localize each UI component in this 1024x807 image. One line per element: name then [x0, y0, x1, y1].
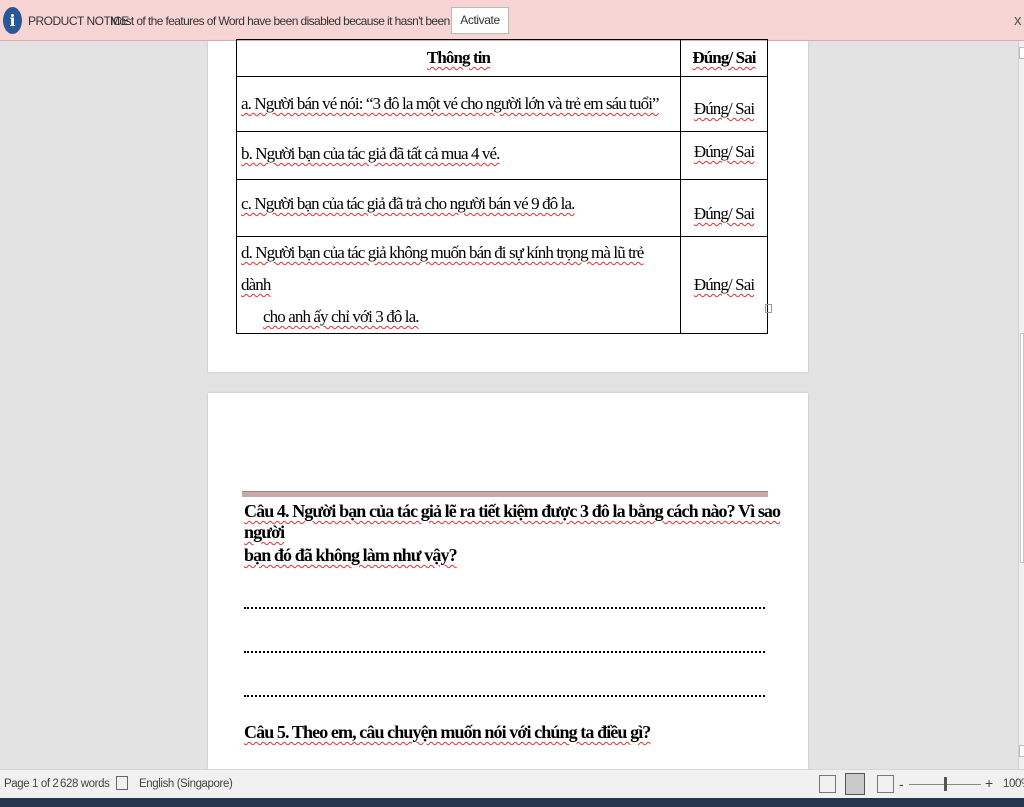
answer-line	[244, 605, 765, 609]
table-row: d. Người bạn của tác giả không muốn bán …	[236, 236, 768, 334]
row-b-question[interactable]: b. Người bạn của tác giả đã tất cả mua 4…	[236, 131, 681, 180]
vertical-scrollbar[interactable]	[1018, 41, 1024, 769]
row-c-answer[interactable]: Đúng/ Sai	[680, 179, 768, 237]
print-layout-icon[interactable]	[845, 773, 865, 795]
document-page-1: Thông tin Đúng/ Sai a. Người bán vé nói:…	[208, 39, 808, 372]
header-dung-sai: Đúng/ Sai	[680, 39, 768, 77]
answer-line	[244, 649, 765, 653]
scroll-up-arrow-icon[interactable]	[1019, 47, 1024, 59]
table-row: b. Người bạn của tác giả đã tất cả mua 4…	[236, 131, 768, 180]
close-notice-button[interactable]: x	[1014, 12, 1022, 29]
row-c-question[interactable]: c. Người bạn của tác giả đã trả cho ngườ…	[236, 179, 681, 237]
header-thong-tin: Thông tin	[236, 39, 681, 77]
scroll-thumb[interactable]	[1020, 333, 1024, 563]
product-notice-bar: i PRODUCT NOTICE Most of the features of…	[0, 0, 1024, 41]
row-a-answer[interactable]: Đúng/ Sai	[680, 76, 768, 132]
zoom-slider-knob[interactable]	[944, 777, 947, 791]
question-4-line2: bạn đó đã không làm như vậy?	[244, 545, 458, 565]
notice-message: Most of the features of Word have been d…	[110, 14, 498, 28]
row-d-answer[interactable]: Đúng/ Sai	[680, 236, 768, 334]
row-d-question[interactable]: d. Người bạn của tác giả không muốn bán …	[236, 236, 681, 334]
document-page-2: Câu 4. Người bạn của tác giả lẽ ra tiết …	[208, 393, 808, 769]
page-count[interactable]: Page 1 of 2	[4, 778, 59, 790]
scroll-down-arrow-icon[interactable]	[1019, 745, 1024, 757]
activate-button[interactable]: Activate	[451, 7, 509, 34]
info-icon: i	[3, 7, 22, 34]
question-5: Câu 5. Theo em, câu chuyện muốn nói với …	[244, 722, 651, 742]
row-a-question[interactable]: a. Người bán vé nói: “3 đô la một vé cho…	[236, 76, 681, 132]
language-indicator[interactable]: English (Singapore)	[139, 778, 233, 790]
table-row: a. Người bán vé nói: “3 đô la một vé cho…	[236, 76, 768, 132]
answer-line	[244, 693, 765, 697]
horizontal-rule	[242, 491, 768, 497]
table-resize-handle[interactable]	[765, 304, 772, 313]
taskbar	[0, 798, 1024, 807]
true-false-table: Thông tin Đúng/ Sai a. Người bán vé nói:…	[236, 39, 768, 334]
question-4-line1: Câu 4. Người bạn của tác giả lẽ ra tiết …	[244, 501, 781, 542]
row-b-answer[interactable]: Đúng/ Sai	[680, 131, 768, 180]
zoom-out-button[interactable]: -	[899, 776, 904, 792]
zoom-level[interactable]: 100%	[1003, 778, 1024, 790]
table-row: c. Người bạn của tác giả đã trả cho ngườ…	[236, 179, 768, 237]
status-bar: Page 1 of 2 628 words English (Singapore…	[0, 769, 1024, 798]
word-count[interactable]: 628 words	[60, 778, 110, 790]
zoom-in-button[interactable]: +	[985, 775, 993, 791]
web-layout-icon[interactable]	[877, 775, 894, 793]
proofing-icon[interactable]	[116, 776, 128, 790]
read-mode-icon[interactable]	[819, 775, 836, 793]
table-header-row: Thông tin Đúng/ Sai	[236, 39, 768, 77]
